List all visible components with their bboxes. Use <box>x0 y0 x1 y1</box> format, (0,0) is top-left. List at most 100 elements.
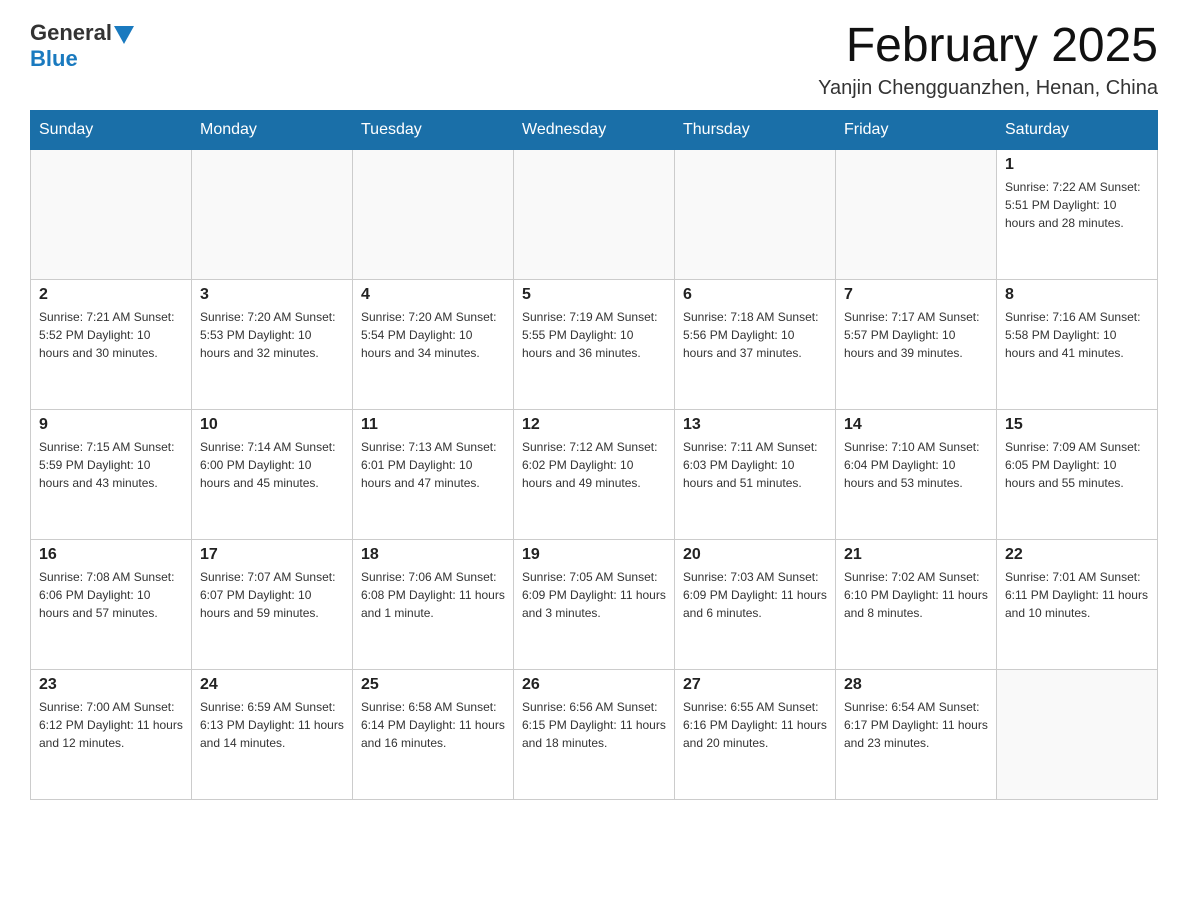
day-info: Sunrise: 7:05 AM Sunset: 6:09 PM Dayligh… <box>522 568 666 622</box>
calendar-day-cell <box>353 149 514 279</box>
calendar-table: SundayMondayTuesdayWednesdayThursdayFrid… <box>30 110 1158 800</box>
calendar-day-cell <box>31 149 192 279</box>
calendar-day-cell: 17 Sunrise: 7:07 AM Sunset: 6:07 PM Dayli… <box>192 539 353 669</box>
logo: General Blue <box>30 20 134 72</box>
day-info: Sunrise: 7:12 AM Sunset: 6:02 PM Dayligh… <box>522 438 666 492</box>
calendar-day-cell: 7 Sunrise: 7:17 AM Sunset: 5:57 PM Daylig… <box>836 279 997 409</box>
calendar-day-cell: 4 Sunrise: 7:20 AM Sunset: 5:54 PM Daylig… <box>353 279 514 409</box>
day-info: Sunrise: 7:13 AM Sunset: 6:01 PM Dayligh… <box>361 438 505 492</box>
page-header: General Blue February 2025 Yanjin Chengg… <box>30 20 1158 100</box>
day-number: 28 <box>844 676 988 694</box>
day-number: 13 <box>683 416 827 434</box>
day-of-week-header: Friday <box>836 110 997 149</box>
day-info: Sunrise: 6:58 AM Sunset: 6:14 PM Dayligh… <box>361 698 505 752</box>
calendar-day-cell: 2Sunrise: 7:21 AM Sunset: 5:52 PM Daylig… <box>31 279 192 409</box>
day-info: Sunrise: 7:15 AM Sunset: 5:59 PM Dayligh… <box>39 438 183 492</box>
day-number: 11 <box>361 416 505 434</box>
logo-blue-text: Blue <box>30 46 78 72</box>
day-info: Sunrise: 7:10 AM Sunset: 6:04 PM Dayligh… <box>844 438 988 492</box>
calendar-header-row: SundayMondayTuesdayWednesdayThursdayFrid… <box>31 110 1158 149</box>
day-of-week-header: Thursday <box>675 110 836 149</box>
day-info: Sunrise: 6:54 AM Sunset: 6:17 PM Dayligh… <box>844 698 988 752</box>
calendar-day-cell: 15 Sunrise: 7:09 AM Sunset: 6:05 PM Dayli… <box>997 409 1158 539</box>
day-number: 4 <box>361 286 505 304</box>
location-title: Yanjin Chengguanzhen, Henan, China <box>818 77 1158 100</box>
day-number: 8 <box>1005 286 1149 304</box>
day-number: 19 <box>522 546 666 564</box>
calendar-day-cell: 28 Sunrise: 6:54 AM Sunset: 6:17 PM Dayli… <box>836 669 997 799</box>
calendar-week-row: 1 Sunrise: 7:22 AM Sunset: 5:51 PM Daylig… <box>31 149 1158 279</box>
day-number: 17 <box>200 546 344 564</box>
day-info: Sunrise: 6:56 AM Sunset: 6:15 PM Dayligh… <box>522 698 666 752</box>
day-info: Sunrise: 6:59 AM Sunset: 6:13 PM Dayligh… <box>200 698 344 752</box>
day-number: 25 <box>361 676 505 694</box>
calendar-day-cell: 10 Sunrise: 7:14 AM Sunset: 6:00 PM Dayli… <box>192 409 353 539</box>
day-number: 10 <box>200 416 344 434</box>
calendar-day-cell: 9 Sunrise: 7:15 AM Sunset: 5:59 PM Daylig… <box>31 409 192 539</box>
day-info: Sunrise: 7:07 AM Sunset: 6:07 PM Dayligh… <box>200 568 344 622</box>
day-number: 5 <box>522 286 666 304</box>
day-number: 2 <box>39 286 183 304</box>
day-number: 1 <box>1005 156 1149 174</box>
calendar-day-cell: 27Sunrise: 6:55 AM Sunset: 6:16 PM Dayli… <box>675 669 836 799</box>
day-info: Sunrise: 7:20 AM Sunset: 5:54 PM Dayligh… <box>361 308 505 362</box>
calendar-day-cell: 26 Sunrise: 6:56 AM Sunset: 6:15 PM Dayli… <box>514 669 675 799</box>
calendar-day-cell: 20Sunrise: 7:03 AM Sunset: 6:09 PM Dayli… <box>675 539 836 669</box>
calendar-day-cell: 14 Sunrise: 7:10 AM Sunset: 6:04 PM Dayli… <box>836 409 997 539</box>
day-number: 14 <box>844 416 988 434</box>
calendar-day-cell <box>514 149 675 279</box>
day-info: Sunrise: 7:02 AM Sunset: 6:10 PM Dayligh… <box>844 568 988 622</box>
day-info: Sunrise: 7:22 AM Sunset: 5:51 PM Dayligh… <box>1005 178 1149 232</box>
calendar-day-cell: 24 Sunrise: 6:59 AM Sunset: 6:13 PM Dayli… <box>192 669 353 799</box>
day-number: 16 <box>39 546 183 564</box>
calendar-day-cell <box>192 149 353 279</box>
day-info: Sunrise: 7:17 AM Sunset: 5:57 PM Dayligh… <box>844 308 988 362</box>
day-info: Sunrise: 7:16 AM Sunset: 5:58 PM Dayligh… <box>1005 308 1149 362</box>
calendar-week-row: 23 Sunrise: 7:00 AM Sunset: 6:12 PM Dayli… <box>31 669 1158 799</box>
calendar-week-row: 16 Sunrise: 7:08 AM Sunset: 6:06 PM Dayli… <box>31 539 1158 669</box>
month-title: February 2025 <box>818 20 1158 73</box>
calendar-day-cell: 16 Sunrise: 7:08 AM Sunset: 6:06 PM Dayli… <box>31 539 192 669</box>
day-of-week-header: Monday <box>192 110 353 149</box>
day-info: Sunrise: 7:20 AM Sunset: 5:53 PM Dayligh… <box>200 308 344 362</box>
day-info: Sunrise: 7:11 AM Sunset: 6:03 PM Dayligh… <box>683 438 827 492</box>
day-of-week-header: Sunday <box>31 110 192 149</box>
day-info: Sunrise: 7:19 AM Sunset: 5:55 PM Dayligh… <box>522 308 666 362</box>
logo-triangle-icon <box>114 26 134 44</box>
logo-general-text: General <box>30 20 112 46</box>
calendar-day-cell <box>997 669 1158 799</box>
calendar-day-cell: 25 Sunrise: 6:58 AM Sunset: 6:14 PM Dayli… <box>353 669 514 799</box>
day-info: Sunrise: 7:01 AM Sunset: 6:11 PM Dayligh… <box>1005 568 1149 622</box>
calendar-week-row: 2Sunrise: 7:21 AM Sunset: 5:52 PM Daylig… <box>31 279 1158 409</box>
day-number: 26 <box>522 676 666 694</box>
day-number: 9 <box>39 416 183 434</box>
day-info: Sunrise: 7:00 AM Sunset: 6:12 PM Dayligh… <box>39 698 183 752</box>
day-info: Sunrise: 7:08 AM Sunset: 6:06 PM Dayligh… <box>39 568 183 622</box>
calendar-day-cell: 3 Sunrise: 7:20 AM Sunset: 5:53 PM Daylig… <box>192 279 353 409</box>
day-number: 18 <box>361 546 505 564</box>
calendar-day-cell: 6 Sunrise: 7:18 AM Sunset: 5:56 PM Daylig… <box>675 279 836 409</box>
day-number: 24 <box>200 676 344 694</box>
day-number: 7 <box>844 286 988 304</box>
calendar-day-cell: 22Sunrise: 7:01 AM Sunset: 6:11 PM Dayli… <box>997 539 1158 669</box>
calendar-day-cell <box>675 149 836 279</box>
calendar-day-cell: 1 Sunrise: 7:22 AM Sunset: 5:51 PM Daylig… <box>997 149 1158 279</box>
day-info: Sunrise: 7:14 AM Sunset: 6:00 PM Dayligh… <box>200 438 344 492</box>
day-number: 27 <box>683 676 827 694</box>
day-of-week-header: Tuesday <box>353 110 514 149</box>
calendar-day-cell: 11 Sunrise: 7:13 AM Sunset: 6:01 PM Dayli… <box>353 409 514 539</box>
calendar-day-cell <box>836 149 997 279</box>
day-info: Sunrise: 7:09 AM Sunset: 6:05 PM Dayligh… <box>1005 438 1149 492</box>
day-number: 12 <box>522 416 666 434</box>
calendar-day-cell: 19 Sunrise: 7:05 AM Sunset: 6:09 PM Dayli… <box>514 539 675 669</box>
calendar-day-cell: 23 Sunrise: 7:00 AM Sunset: 6:12 PM Dayli… <box>31 669 192 799</box>
calendar-day-cell: 5 Sunrise: 7:19 AM Sunset: 5:55 PM Daylig… <box>514 279 675 409</box>
day-of-week-header: Wednesday <box>514 110 675 149</box>
day-number: 6 <box>683 286 827 304</box>
calendar-day-cell: 8 Sunrise: 7:16 AM Sunset: 5:58 PM Daylig… <box>997 279 1158 409</box>
day-number: 3 <box>200 286 344 304</box>
day-number: 23 <box>39 676 183 694</box>
day-info: Sunrise: 7:18 AM Sunset: 5:56 PM Dayligh… <box>683 308 827 362</box>
calendar-day-cell: 12 Sunrise: 7:12 AM Sunset: 6:02 PM Dayli… <box>514 409 675 539</box>
day-number: 15 <box>1005 416 1149 434</box>
